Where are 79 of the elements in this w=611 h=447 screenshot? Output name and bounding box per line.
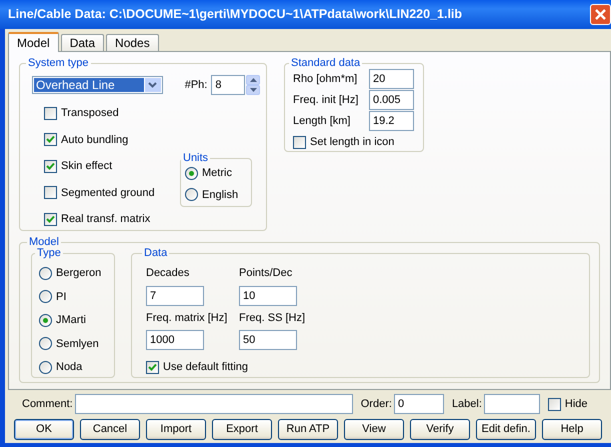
tab[interactable]: Model bbox=[8, 32, 59, 52]
input-field[interactable]: 10 bbox=[239, 286, 297, 306]
close-button[interactable] bbox=[590, 4, 611, 25]
up-arrow-icon bbox=[250, 78, 257, 82]
dialog-button[interactable]: Cancel bbox=[80, 419, 140, 440]
checkbox[interactable] bbox=[44, 186, 57, 200]
input-field[interactable] bbox=[74, 394, 353, 414]
phases-field[interactable]: 8 bbox=[211, 75, 246, 95]
field-label: Decades bbox=[146, 266, 190, 281]
system-type-dropdown[interactable]: Overhead Line bbox=[32, 76, 163, 94]
checkbox[interactable] bbox=[44, 133, 57, 146]
chevron-down-icon bbox=[148, 82, 158, 88]
checkbox-label: Real transf. matrix bbox=[61, 212, 150, 227]
radio-button[interactable] bbox=[39, 314, 52, 327]
down-arrow-icon bbox=[250, 88, 257, 92]
radio-label: JMarti bbox=[56, 313, 86, 328]
tab[interactable]: Nodes bbox=[106, 34, 159, 51]
field-label: Rho [ohm*m] bbox=[293, 72, 358, 87]
field-label: Freq. matrix [Hz] bbox=[146, 310, 228, 326]
radio-button[interactable] bbox=[39, 337, 52, 350]
field-label: Freq. init [Hz] bbox=[293, 92, 360, 108]
checkbox-label: Skin effect bbox=[61, 159, 112, 174]
checkbox-label: Transposed bbox=[61, 106, 119, 121]
checkbox-label: Auto bundling bbox=[61, 132, 128, 148]
checkbox[interactable] bbox=[293, 136, 306, 149]
group-title: System type bbox=[27, 58, 90, 69]
group-title: Model bbox=[28, 237, 60, 248]
input-field[interactable]: 7 bbox=[146, 286, 204, 306]
radio-label: PI bbox=[56, 290, 66, 304]
field-label: Points/Dec bbox=[239, 266, 294, 281]
radio-button[interactable] bbox=[39, 266, 52, 280]
checkbox-label: Hide bbox=[564, 396, 588, 412]
field-label: Label: bbox=[452, 396, 482, 412]
input-field[interactable]: 20 bbox=[369, 69, 414, 89]
input-field[interactable]: 0.005 bbox=[369, 90, 414, 110]
checkbox[interactable] bbox=[44, 212, 57, 226]
radio-label: Semlyen bbox=[56, 336, 99, 352]
radio-button[interactable] bbox=[39, 360, 52, 374]
input-field[interactable]: 19.2 bbox=[369, 111, 414, 131]
dialog-button[interactable]: OK bbox=[14, 419, 74, 440]
checkbox-label: Segmented ground bbox=[61, 186, 155, 200]
window-title: Line/Cable Data: C:\DOCUME~1\gerti\MYDOCU~1\ATPdata\work\LIN220_1.lib bbox=[8, 6, 462, 24]
tab[interactable]: Data bbox=[60, 34, 104, 51]
input-field[interactable]: 1000 bbox=[146, 330, 204, 350]
checkbox[interactable] bbox=[548, 398, 561, 410]
input-field[interactable]: 50 bbox=[239, 330, 297, 350]
radio-button[interactable] bbox=[39, 290, 52, 304]
checkbox[interactable] bbox=[44, 160, 57, 173]
dialog-button[interactable]: Export bbox=[212, 419, 272, 440]
group-title: Units bbox=[182, 153, 210, 164]
radio-label: Noda bbox=[56, 360, 82, 375]
phases-label: #Ph: bbox=[184, 78, 208, 93]
field-label: Length [km] bbox=[293, 114, 352, 129]
radio-button[interactable] bbox=[185, 166, 198, 180]
input-field[interactable]: 0 bbox=[394, 394, 444, 414]
dialog-button[interactable]: Help bbox=[542, 419, 602, 440]
dialog-button[interactable]: View bbox=[344, 419, 404, 440]
input-field[interactable] bbox=[484, 394, 540, 414]
close-icon bbox=[594, 8, 607, 21]
field-label: Order: bbox=[360, 396, 392, 412]
radio-label: English bbox=[202, 188, 238, 202]
radio-button[interactable] bbox=[185, 188, 198, 202]
checkbox[interactable] bbox=[44, 106, 57, 120]
checkbox-label: Use default fitting bbox=[163, 360, 248, 375]
group-title: Data bbox=[143, 248, 168, 259]
radio-label: Bergeron bbox=[56, 266, 102, 281]
dialog-button[interactable]: Run ATP bbox=[278, 419, 338, 440]
group-title: Type bbox=[36, 248, 62, 259]
dialog-button[interactable]: Edit defin. bbox=[476, 419, 536, 440]
field-label: Freq. SS [Hz] bbox=[239, 310, 306, 326]
field-label: Comment: bbox=[22, 396, 73, 412]
spin-down-button[interactable] bbox=[246, 85, 260, 95]
dialog-button[interactable]: Import bbox=[146, 419, 206, 440]
spin-up-button[interactable] bbox=[246, 75, 260, 85]
checkbox[interactable] bbox=[146, 360, 159, 374]
dialog-button[interactable]: Verify bbox=[410, 419, 470, 440]
group-title: Standard data bbox=[290, 58, 362, 69]
checkbox-label: Set length in icon bbox=[310, 135, 394, 150]
radio-label: Metric bbox=[202, 166, 232, 181]
